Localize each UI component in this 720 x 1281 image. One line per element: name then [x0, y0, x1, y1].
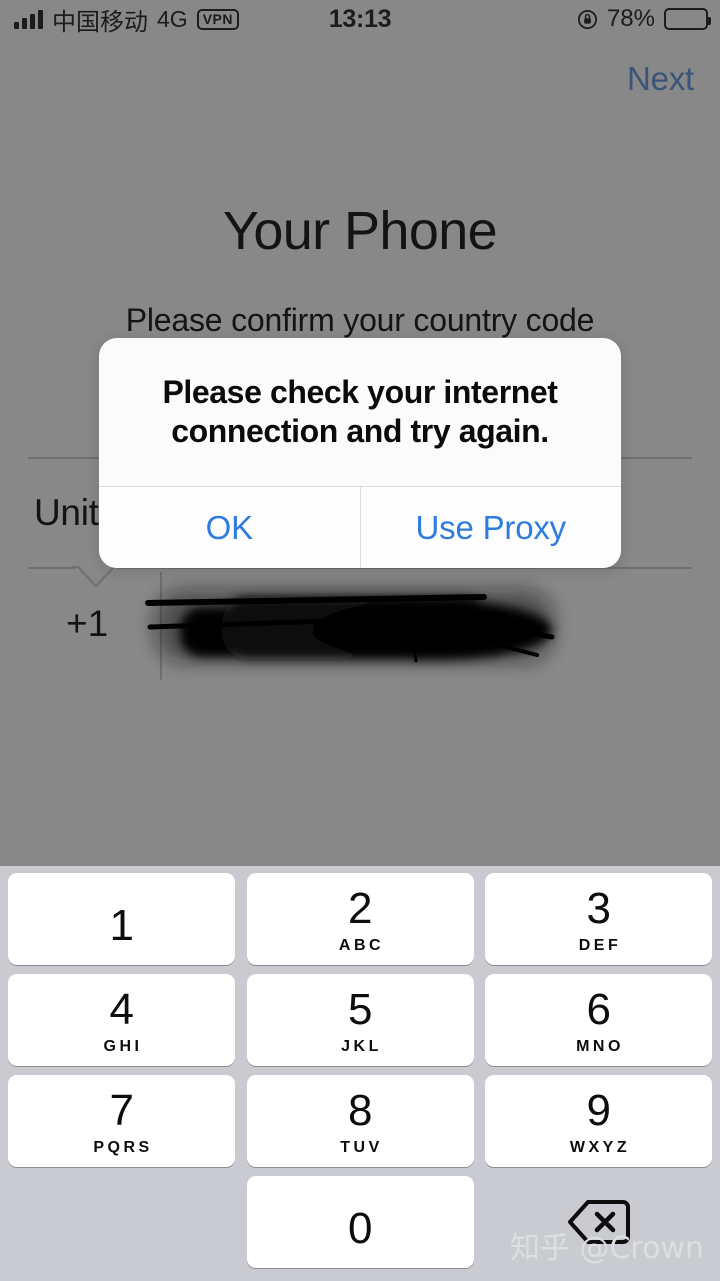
- key-digit: 2: [348, 884, 372, 933]
- page-title: Your Phone: [222, 201, 498, 261]
- key-3[interactable]: 3 DEF: [485, 873, 712, 965]
- key-digit: 4: [109, 985, 134, 1034]
- key-0[interactable]: 0: [246, 1176, 474, 1268]
- key-digit: 8: [348, 1086, 372, 1135]
- keypad-row-1: 1 2 ABC 3 DEF: [8, 873, 712, 965]
- alert-ok-button[interactable]: OK: [99, 487, 360, 568]
- battery-percent-label: 78%: [606, 5, 655, 32]
- key-digit: 5: [348, 985, 372, 1034]
- alert-actions: OK Use Proxy: [99, 486, 621, 568]
- status-bar: 中国移动 4G VPN 13:13 78%: [0, 0, 720, 38]
- key-letters: MNO: [576, 1038, 624, 1055]
- key-delete[interactable]: [485, 1176, 712, 1268]
- key-1[interactable]: 1: [8, 873, 235, 965]
- key-9[interactable]: 9 WXYZ: [485, 1075, 712, 1167]
- key-6[interactable]: 6 MNO: [485, 974, 712, 1066]
- status-bar-right: 78%: [577, 0, 711, 38]
- numeric-keypad: 1 2 ABC 3 DEF 4 GHI 5 JKL 6 MNO 7 PQRS 8…: [0, 866, 720, 1281]
- key-digit: 9: [586, 1086, 611, 1135]
- keypad-row-4: 0: [8, 1176, 712, 1268]
- alert-body: Please check your internet connection an…: [99, 338, 621, 486]
- key-letters: WXYZ: [569, 1139, 631, 1156]
- keypad-blank-slot: [8, 1176, 235, 1268]
- keypad-row-2: 4 GHI 5 JKL 6 MNO: [8, 974, 712, 1066]
- key-digit: 3: [586, 884, 611, 933]
- key-letters: TUV: [340, 1139, 383, 1156]
- page-subtitle: Please confirm your country code: [125, 302, 595, 338]
- key-letters: PQRS: [93, 1139, 153, 1156]
- key-digit: 7: [109, 1086, 134, 1135]
- key-digit: 1: [109, 900, 134, 950]
- key-4[interactable]: 4 GHI: [8, 974, 235, 1066]
- key-2[interactable]: 2 ABC: [246, 873, 474, 965]
- key-letters: ABC: [338, 937, 385, 954]
- alert-message: Please check your internet connection an…: [162, 373, 558, 449]
- key-digit: 6: [586, 985, 611, 1034]
- key-letters: DEF: [578, 937, 622, 954]
- key-7[interactable]: 7 PQRS: [8, 1075, 235, 1167]
- dial-code-label[interactable]: +1: [66, 603, 108, 645]
- field-separator-middle-left: [28, 567, 75, 569]
- backspace-delete-icon: [567, 1199, 631, 1245]
- phone-number-input-redaction[interactable]: [132, 575, 582, 680]
- key-digit: 0: [348, 1203, 372, 1253]
- alert-use-proxy-button[interactable]: Use Proxy: [359, 487, 621, 568]
- chevron-down-icon: [72, 566, 120, 588]
- phone-screen: 中国移动 4G VPN 13:13 78% Next Your Phone Pl…: [0, 0, 720, 1281]
- key-8[interactable]: 8 TUV: [246, 1075, 474, 1167]
- keypad-row-3: 7 PQRS 8 TUV 9 WXYZ: [8, 1075, 712, 1167]
- key-letters: GHI: [103, 1038, 143, 1055]
- network-error-alert: Please check your internet connection an…: [99, 338, 621, 568]
- rotation-lock-icon: [577, 9, 598, 30]
- key-5[interactable]: 5 JKL: [246, 974, 474, 1066]
- key-letters: JKL: [341, 1038, 382, 1055]
- battery-icon: [664, 8, 711, 30]
- next-button[interactable]: Next: [627, 60, 694, 98]
